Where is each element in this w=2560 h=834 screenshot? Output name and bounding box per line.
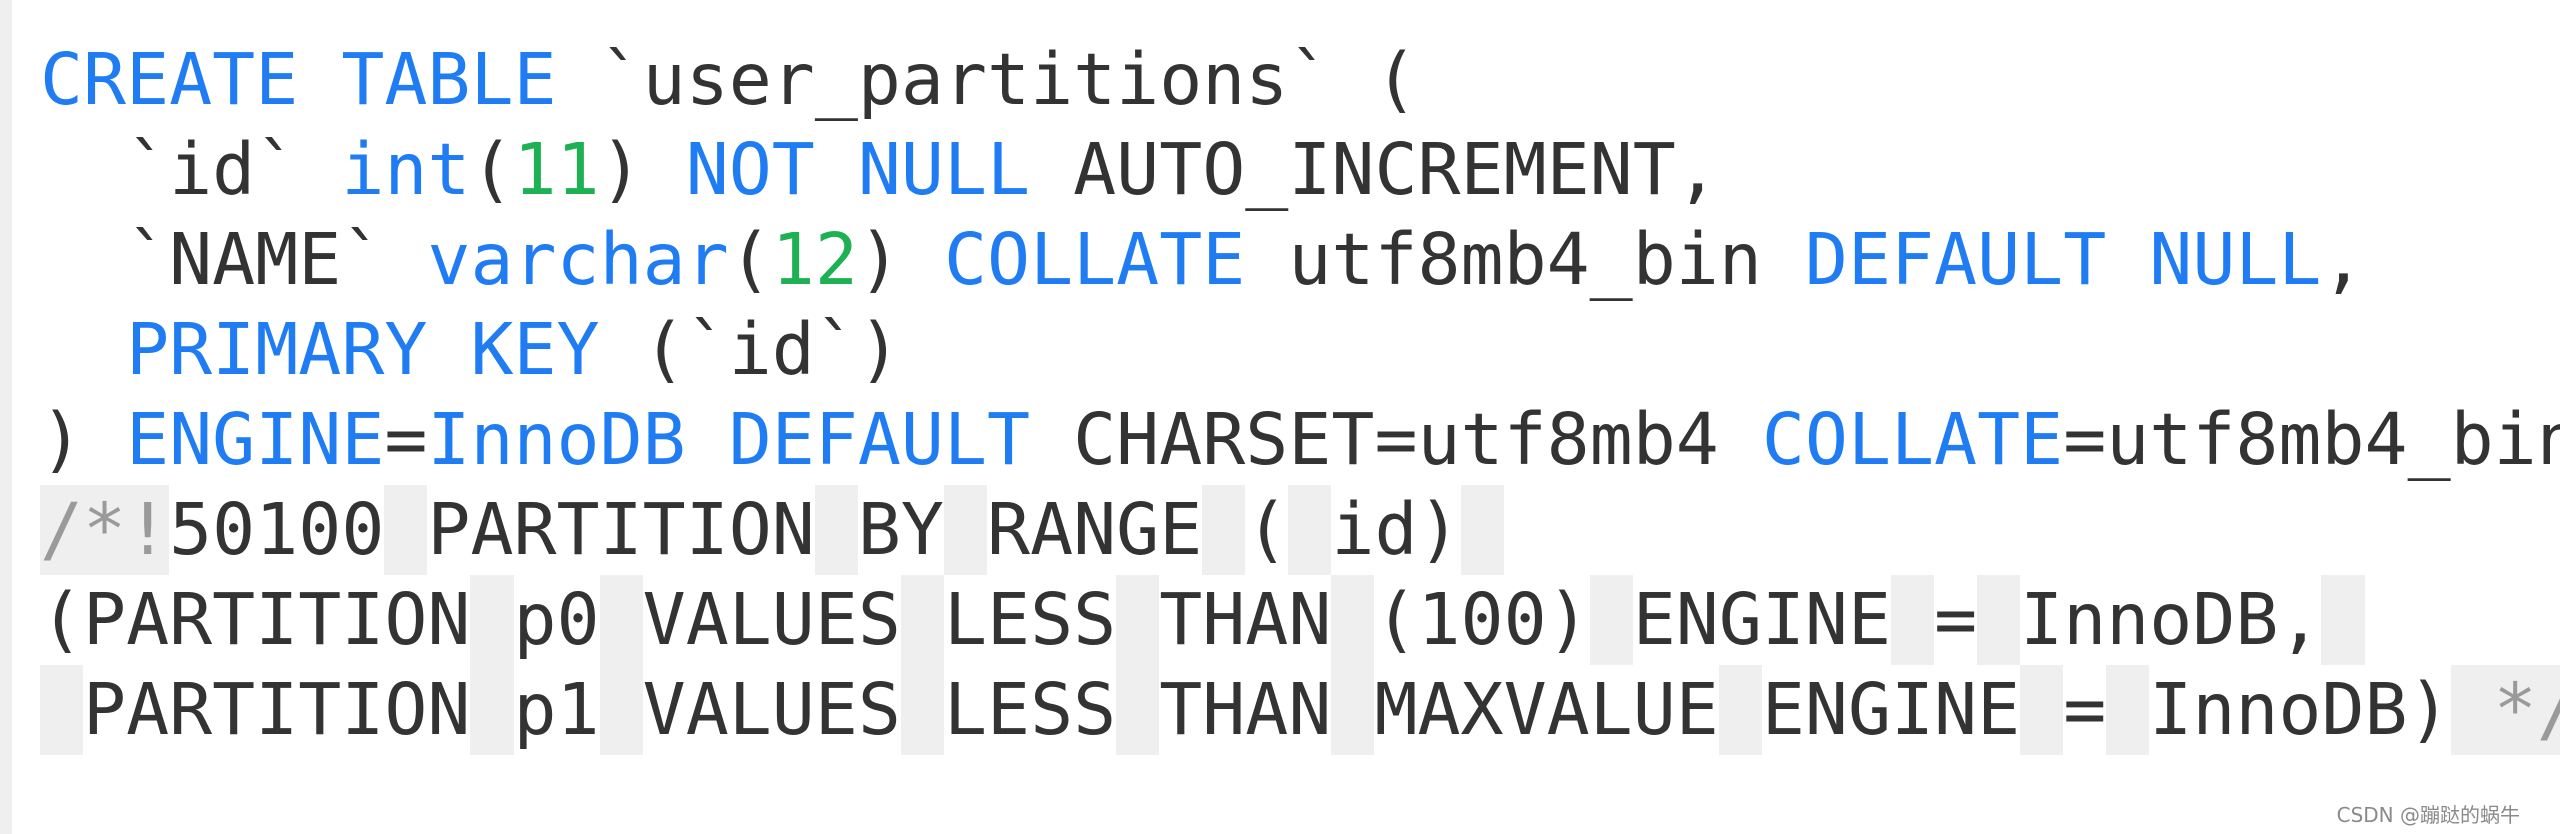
sql-text: (PARTITION — [40, 578, 471, 661]
highlighted-whitespace — [1977, 575, 2021, 665]
highlighted-whitespace — [900, 665, 944, 755]
sql-keyword: COLLATE — [943, 218, 1246, 301]
sql-text: VALUES — [642, 668, 901, 751]
highlighted-whitespace — [470, 665, 514, 755]
sql-text: `id` — [40, 128, 342, 211]
sql-text: id) — [1331, 488, 1461, 571]
highlighted-whitespace — [1718, 665, 1762, 755]
left-gutter-bar — [0, 0, 12, 834]
sql-keyword: TABLE — [341, 38, 557, 121]
sql-text: MAXVALUE — [1374, 668, 1719, 751]
sql-text: THAN — [1159, 578, 1332, 661]
highlighted-whitespace — [900, 575, 944, 665]
code-line: PRIMARY KEY (`id`) — [40, 305, 2560, 395]
highlighted-whitespace — [1116, 665, 1160, 755]
sql-text: VALUES — [642, 578, 901, 661]
highlighted-whitespace — [1460, 485, 1504, 575]
highlighted-whitespace — [1891, 575, 1935, 665]
sql-keyword: KEY — [470, 308, 600, 391]
sql-text: ) — [857, 218, 944, 301]
sql-text: ENGINE — [1632, 578, 1892, 661]
highlighted-whitespace — [1116, 575, 1160, 665]
sql-text: utf8mb4_bin — [1245, 218, 1805, 301]
sql-text: = — [1934, 578, 1978, 661]
highlighted-whitespace — [1331, 665, 1375, 755]
sql-keyword: varchar — [427, 218, 729, 301]
sql-text: =utf8mb4_bin — [2063, 398, 2560, 481]
highlighted-whitespace — [1589, 575, 1633, 665]
sql-text: BY — [857, 488, 944, 571]
code-line: /*!50100 PARTITION BY RANGE ( id) — [40, 485, 2560, 575]
sql-comment-marker: */ — [2450, 665, 2560, 755]
highlighted-whitespace — [814, 485, 858, 575]
sql-number: 11 — [513, 128, 600, 211]
sql-keyword: DEFAULT — [728, 398, 1031, 481]
highlighted-whitespace — [1202, 485, 1246, 575]
sql-keyword: ENGINE — [126, 398, 385, 481]
sql-text: p0 — [513, 578, 600, 661]
sql-text: `user_partitions` ( — [556, 38, 1418, 121]
sql-text: ( — [470, 128, 514, 211]
sql-comment-marker: /*! — [40, 485, 170, 575]
code-line: PARTITION p1 VALUES LESS THAN MAXVALUE E… — [40, 665, 2560, 755]
sql-number: 12 — [771, 218, 858, 301]
sql-text: `NAME` — [40, 218, 428, 301]
sql-code-block: CREATE TABLE `user_partitions` ( `id` in… — [40, 35, 2560, 755]
sql-keyword: COLLATE — [1761, 398, 2064, 481]
watermark: CSDN @蹦跶的蜗牛 — [2336, 803, 2520, 827]
sql-keyword: NOT — [685, 128, 815, 211]
sql-text: InnoDB, — [2020, 578, 2322, 661]
sql-text: ( — [1245, 488, 1289, 571]
sql-text: InnoDB) — [2149, 668, 2451, 751]
highlighted-whitespace — [2321, 575, 2365, 665]
highlighted-whitespace — [470, 575, 514, 665]
sql-keyword: NULL — [857, 128, 1031, 211]
sql-text: p1 — [513, 668, 600, 751]
highlighted-whitespace — [384, 485, 428, 575]
sql-text: = — [2063, 668, 2107, 751]
code-line: `id` int(11) NOT NULL AUTO_INCREMENT, — [40, 125, 2560, 215]
sql-text: AUTO_INCREMENT, — [1030, 128, 1719, 211]
sql-text: THAN — [1159, 668, 1332, 751]
highlighted-whitespace — [2020, 665, 2064, 755]
sql-text: PARTITION — [83, 668, 471, 751]
sql-keyword: InnoDB — [427, 398, 686, 481]
sql-keyword: int — [341, 128, 471, 211]
sql-text: LESS — [943, 578, 1117, 661]
sql-text: = — [384, 398, 428, 481]
sql-keyword: DEFAULT — [1804, 218, 2107, 301]
sql-text: 50100 — [169, 488, 385, 571]
highlighted-whitespace — [599, 665, 643, 755]
sql-text: ) — [599, 128, 686, 211]
highlighted-whitespace — [40, 665, 84, 755]
highlighted-whitespace — [599, 575, 643, 665]
highlighted-whitespace — [1288, 485, 1332, 575]
sql-keyword: CREATE — [40, 38, 299, 121]
sql-text: (`id`) — [599, 308, 901, 391]
code-line: (PARTITION p0 VALUES LESS THAN (100) ENG… — [40, 575, 2560, 665]
sql-keyword: PRIMARY — [126, 308, 428, 391]
highlighted-whitespace — [943, 485, 988, 575]
sql-text: ) — [40, 398, 127, 481]
sql-text: ( — [728, 218, 772, 301]
sql-text: RANGE — [987, 488, 1203, 571]
highlighted-whitespace — [1331, 575, 1375, 665]
sql-text: (100) — [1374, 578, 1590, 661]
sql-text: LESS — [943, 668, 1117, 751]
sql-text: CHARSET=utf8mb4 — [1030, 398, 1762, 481]
code-line: `NAME` varchar(12) COLLATE utf8mb4_bin D… — [40, 215, 2560, 305]
code-line: CREATE TABLE `user_partitions` ( — [40, 35, 2560, 125]
highlighted-whitespace — [2106, 665, 2150, 755]
code-line: ) ENGINE=InnoDB DEFAULT CHARSET=utf8mb4 … — [40, 395, 2560, 485]
sql-keyword: NULL — [2149, 218, 2322, 301]
sql-text: ENGINE — [1761, 668, 2021, 751]
sql-text: , — [2321, 218, 2365, 301]
sql-text: PARTITION — [427, 488, 815, 571]
